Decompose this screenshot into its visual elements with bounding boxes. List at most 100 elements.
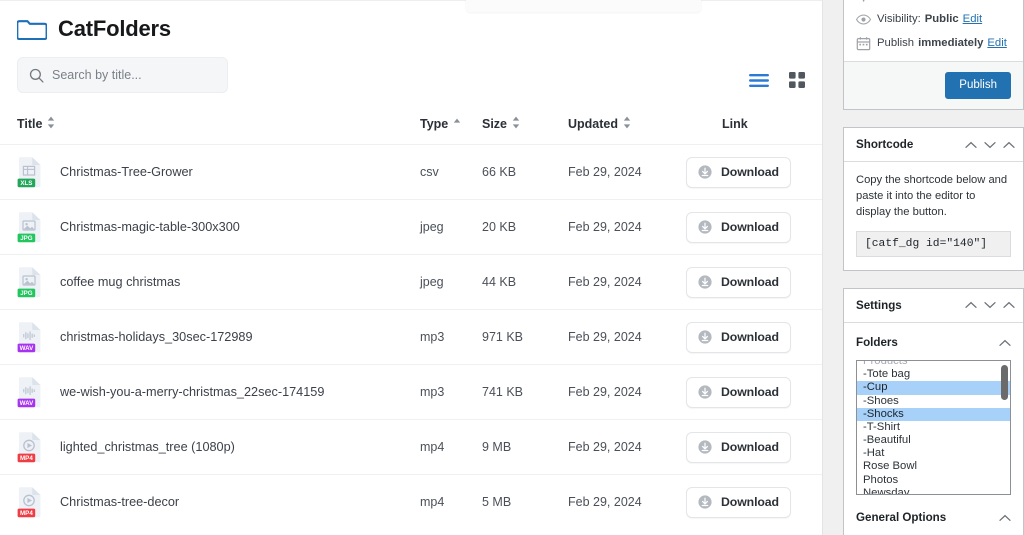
shortcode-description: Copy the shortcode below and paste it in… xyxy=(856,173,1011,221)
table-row[interactable]: WAVchristmas-holidays_30sec-172989mp3971… xyxy=(0,310,823,365)
download-button[interactable]: Download xyxy=(686,432,791,463)
cell-size: 5 MB xyxy=(482,475,568,530)
publish-visibility-edit-link[interactable]: Edit xyxy=(963,13,982,25)
shortcode-panel-header[interactable]: Shortcode xyxy=(844,128,1023,162)
cell-title: MP4 Christmas-tree-decor xyxy=(0,475,420,530)
folder-option[interactable]: -Cup xyxy=(857,381,1010,394)
table-row[interactable]: JPGcoffee mug christmasjpeg44 KBFeb 29, … xyxy=(0,255,823,310)
search-box[interactable] xyxy=(17,57,228,93)
cell-link: Download xyxy=(686,475,823,530)
sort-icon-updated[interactable] xyxy=(623,116,631,132)
publish-schedule-edit-link[interactable]: Edit xyxy=(987,37,1006,49)
folder-option[interactable]: -Hat xyxy=(857,447,1010,460)
download-button[interactable]: Download xyxy=(686,212,791,243)
download-button-label: Download xyxy=(721,275,779,289)
cell-link: Download xyxy=(686,255,823,310)
view-toggle-group xyxy=(749,72,805,88)
cell-title: JPGChristmas-magic-table-300x300 xyxy=(0,200,420,255)
shortcode-value[interactable]: [catf_dg id="140"] xyxy=(856,231,1011,257)
column-header-type[interactable]: Type xyxy=(420,116,482,145)
folders-section-header[interactable]: Folders xyxy=(844,323,1023,360)
publish-panel: Status: Draft Edit Visibility: Public Ed… xyxy=(843,0,1024,110)
folders-multiselect[interactable]: Products-Tote bag-Cup-Shoes-Shocks-T-Shi… xyxy=(856,360,1011,495)
sort-icon-title[interactable] xyxy=(47,116,55,132)
move-up-icon[interactable] xyxy=(965,136,977,154)
column-header-updated[interactable]: Updated xyxy=(568,116,686,145)
folder-option[interactable]: Newsday xyxy=(857,487,1010,495)
folder-option[interactable]: Rose Bowl xyxy=(857,460,1010,473)
cell-link: Download xyxy=(686,310,823,365)
cell-size: 9 MB xyxy=(482,420,568,475)
folder-option[interactable]: -Tote bag xyxy=(857,368,1010,381)
download-button-label: Download xyxy=(721,385,779,399)
publish-button[interactable]: Publish xyxy=(945,72,1011,99)
pin-icon xyxy=(856,0,871,3)
table-row[interactable]: MP4lighted_christmas_tree (1080p)mp49 MB… xyxy=(0,420,823,475)
cell-link: Download xyxy=(686,200,823,255)
folder-option[interactable]: Products xyxy=(857,360,1010,368)
publish-status-row: Status: Draft Edit xyxy=(856,0,1011,7)
file-type-icon-jpg: JPG xyxy=(17,266,43,298)
folder-option[interactable]: -Shocks xyxy=(857,408,1010,421)
cell-size: 44 KB xyxy=(482,255,568,310)
grid-view-icon[interactable] xyxy=(789,72,805,88)
folder-option[interactable]: -Beautiful xyxy=(857,434,1010,447)
publish-rows: Status: Draft Edit Visibility: Public Ed… xyxy=(844,0,1023,61)
general-options-collapse-icon[interactable] xyxy=(999,509,1011,527)
sort-icon-type-asc[interactable] xyxy=(453,116,461,132)
publish-schedule-prefix: Publish xyxy=(877,37,914,49)
publish-footer: Publish xyxy=(844,61,1023,109)
download-button[interactable]: Download xyxy=(686,267,791,298)
cell-link: Download xyxy=(686,365,823,420)
settings-collapse-toggle-icon[interactable] xyxy=(1003,296,1015,314)
cell-title: XLSChristmas-Tree-Grower xyxy=(0,145,420,200)
table-row[interactable]: WAVwe-wish-you-a-merry-christmas_22sec-1… xyxy=(0,365,823,420)
svg-text:JPG: JPG xyxy=(20,290,33,297)
settings-move-down-icon[interactable] xyxy=(984,296,996,314)
folder-option[interactable]: -T-Shirt xyxy=(857,421,1010,434)
folder-option[interactable]: -Shoes xyxy=(857,395,1010,408)
folders-scrollbar-thumb[interactable] xyxy=(1001,365,1008,400)
table-row[interactable]: XLSChristmas-Tree-Growercsv66 KBFeb 29, … xyxy=(0,145,823,200)
files-table-head: Title Type xyxy=(0,116,823,145)
download-button[interactable]: Download xyxy=(686,377,791,408)
general-options-header[interactable]: General Options xyxy=(844,495,1023,535)
file-type-icon-wav: WAV xyxy=(17,321,43,353)
download-icon xyxy=(698,495,712,509)
column-header-title[interactable]: Title xyxy=(0,116,420,145)
sort-icon-size[interactable] xyxy=(512,116,520,132)
publish-status-edit-link[interactable]: Edit xyxy=(947,0,966,1)
move-down-icon[interactable] xyxy=(984,136,996,154)
publish-visibility-prefix: Visibility: xyxy=(877,13,921,25)
download-button[interactable]: Download xyxy=(686,157,791,188)
file-type-icon-jpg: JPG xyxy=(17,211,43,243)
table-row[interactable]: MP4Christmas-tree-decormp45 MBFeb 29, 20… xyxy=(0,475,823,530)
svg-text:MP4: MP4 xyxy=(20,510,33,517)
search-input[interactable] xyxy=(52,68,227,82)
cell-type: mp4 xyxy=(420,420,482,475)
cell-link: Download xyxy=(686,420,823,475)
settings-move-up-icon[interactable] xyxy=(965,296,977,314)
settings-panel-title: Settings xyxy=(856,299,965,312)
table-row[interactable]: JPGChristmas-magic-table-300x300jpeg20 K… xyxy=(0,200,823,255)
eye-icon xyxy=(856,12,871,27)
folder-option[interactable]: Photos xyxy=(857,474,1010,487)
cell-title: JPGcoffee mug christmas xyxy=(0,255,420,310)
cell-type: mp4 xyxy=(420,475,482,530)
file-name: Christmas-tree-decor xyxy=(60,495,179,509)
download-button[interactable]: Download xyxy=(686,322,791,353)
folders-collapse-icon[interactable] xyxy=(999,334,1011,352)
page-title: CatFolders xyxy=(58,18,171,40)
list-view-icon[interactable] xyxy=(749,73,769,88)
table-header-row: Title Type xyxy=(0,116,823,145)
cell-type: csv xyxy=(420,145,482,200)
calendar-icon xyxy=(856,36,871,51)
file-name: lighted_christmas_tree (1080p) xyxy=(60,440,235,454)
collapse-toggle-icon[interactable] xyxy=(1003,136,1015,154)
download-button[interactable]: Download xyxy=(686,487,791,518)
column-label-title: Title xyxy=(17,117,42,131)
app-root: CatFolders xyxy=(0,0,1024,535)
svg-text:WAV: WAV xyxy=(20,400,35,407)
column-header-size[interactable]: Size xyxy=(482,116,568,145)
settings-panel-header[interactable]: Settings xyxy=(844,289,1023,323)
